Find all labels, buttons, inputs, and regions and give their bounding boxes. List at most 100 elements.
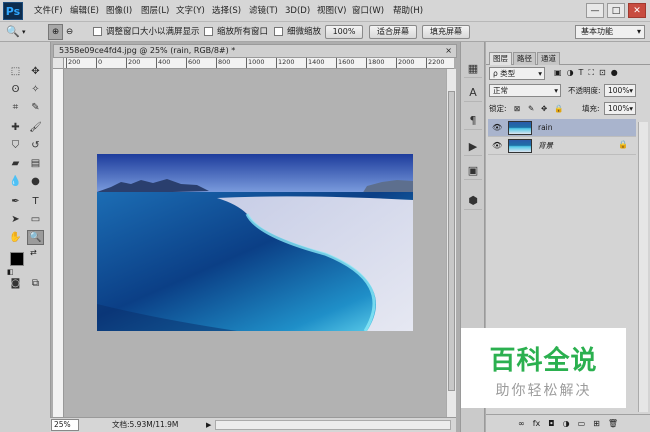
actual-pixels-button[interactable]: 100%	[325, 25, 363, 39]
scrubby-zoom-checkbox[interactable]	[274, 27, 283, 36]
swap-colors-icon[interactable]: ⇄	[30, 248, 37, 257]
lock-pixels-icon[interactable]: ✎	[528, 102, 534, 115]
visibility-eye-icon[interactable]: 👁	[492, 123, 502, 132]
layer-name[interactable]: 背景	[538, 137, 553, 155]
layer-row-background[interactable]: 👁 背景 🔒	[488, 137, 636, 155]
document-image[interactable]	[97, 154, 413, 331]
hand-tool-icon[interactable]: ✋	[7, 230, 24, 245]
filter-smart-object-icon[interactable]: ⊡	[599, 68, 606, 78]
path-selection-tool-icon[interactable]: ➤	[7, 212, 24, 227]
new-layer-icon[interactable]: ⊞	[593, 419, 600, 428]
layer-name[interactable]: rain	[538, 119, 553, 137]
move-tool-icon[interactable]: ✥	[27, 64, 44, 79]
menu-select[interactable]: 选择(S)	[212, 0, 241, 22]
vertical-scrollbar-thumb[interactable]	[448, 91, 455, 391]
ruler-origin[interactable]	[53, 58, 64, 69]
healing-brush-tool-icon[interactable]: ✚	[7, 120, 24, 135]
3d-panel-icon[interactable]: ⬢	[464, 192, 482, 210]
fill-screen-button[interactable]: 填充屏幕	[422, 25, 470, 39]
fill-field[interactable]: 100%	[604, 102, 636, 115]
horizontal-ruler[interactable]: 200 0 200 400 600 800 1000 1200 1400 160…	[64, 58, 454, 69]
menu-help[interactable]: 帮助(H)	[393, 0, 423, 22]
menu-file[interactable]: 文件(F)	[34, 0, 63, 22]
blend-mode-select[interactable]: 正常	[489, 84, 561, 97]
foreground-color-swatch[interactable]	[10, 252, 24, 266]
history-brush-tool-icon[interactable]: ↺	[27, 138, 44, 153]
menu-view[interactable]: 视图(V)	[317, 0, 346, 22]
document-close-icon[interactable]: ×	[445, 45, 452, 57]
filter-shape-icon[interactable]: ⛶	[588, 68, 594, 78]
menu-edit[interactable]: 编辑(E)	[70, 0, 99, 22]
lock-all-icon[interactable]: 🔒	[554, 102, 563, 115]
close-button[interactable]: ✕	[628, 3, 646, 18]
visibility-eye-icon[interactable]: 👁	[492, 141, 502, 150]
lasso-tool-icon[interactable]: ʘ	[7, 82, 24, 97]
add-mask-icon[interactable]: ◘	[548, 419, 554, 428]
screen-mode-icon[interactable]: ⧉	[27, 276, 44, 291]
rectangle-tool-icon[interactable]: ▭	[27, 212, 44, 227]
lock-transparent-icon[interactable]: ⊠	[514, 102, 520, 115]
new-group-icon[interactable]: ▭	[578, 419, 586, 428]
zoom-level-field[interactable]: 25%	[51, 419, 79, 431]
trash-icon[interactable]: 🗑	[608, 419, 618, 428]
menu-layer[interactable]: 图层(L)	[141, 0, 169, 22]
history-panel-icon[interactable]: ▦	[464, 60, 482, 78]
adjustment-layer-icon[interactable]: ◑	[563, 419, 570, 428]
document-info[interactable]: 文档:5.93M/11.9M	[112, 418, 178, 432]
tab-channels[interactable]: 通道	[537, 52, 560, 65]
filter-toggle-icon[interactable]: ●	[611, 68, 618, 78]
tab-layers[interactable]: 图层	[489, 52, 512, 65]
menu-window[interactable]: 窗口(W)	[352, 0, 384, 22]
info-arrow-icon[interactable]: ▶	[206, 418, 211, 432]
paragraph-panel-icon[interactable]: ¶	[464, 112, 482, 130]
zoom-tool-active-icon[interactable]: 🔍	[27, 230, 44, 245]
actions-panel-icon[interactable]: ▶	[464, 138, 482, 156]
magic-wand-tool-icon[interactable]: ✧	[27, 82, 44, 97]
type-tool-icon[interactable]: T	[27, 194, 44, 209]
pen-tool-icon[interactable]: ✒	[7, 194, 24, 209]
gradient-tool-icon[interactable]: ▤	[27, 156, 44, 171]
blur-tool-icon[interactable]: 💧	[7, 174, 24, 189]
layer-row-rain[interactable]: 👁 rain	[488, 119, 636, 137]
swatches-panel-icon[interactable]: ▣	[464, 162, 482, 180]
fx-icon[interactable]: fx	[533, 419, 541, 428]
menu-image[interactable]: 图像(I)	[106, 0, 132, 22]
marquee-tool-icon[interactable]: ⬚	[7, 64, 24, 79]
minimize-button[interactable]: —	[586, 3, 604, 18]
link-layers-icon[interactable]: ∞	[518, 419, 525, 428]
brush-tool-icon[interactable]: 🖌	[27, 120, 44, 135]
opacity-field[interactable]: 100%	[604, 84, 636, 97]
dodge-tool-icon[interactable]: ●	[27, 174, 44, 189]
filter-pixel-icon[interactable]: ▣	[554, 68, 562, 78]
quick-mask-icon[interactable]: ◙	[7, 276, 24, 291]
workspace-select[interactable]: 基本功能	[575, 25, 645, 39]
filter-type-icon[interactable]: T	[579, 68, 584, 78]
menu-3d[interactable]: 3D(D)	[285, 0, 310, 22]
zoom-in-icon[interactable]: ⊕	[48, 24, 63, 40]
maximize-button[interactable]: □	[607, 3, 625, 18]
horizontal-scrollbar[interactable]	[215, 420, 451, 430]
crop-tool-icon[interactable]: ⌗	[7, 100, 24, 115]
vertical-scrollbar[interactable]	[446, 69, 456, 417]
fit-screen-button[interactable]: 适合屏幕	[369, 25, 417, 39]
layers-scrollbar[interactable]	[638, 122, 648, 412]
clone-stamp-tool-icon[interactable]: ⛉	[7, 138, 24, 153]
character-panel-icon[interactable]: A	[464, 84, 482, 102]
menu-type[interactable]: 文字(Y)	[176, 0, 205, 22]
eraser-tool-icon[interactable]: ▰	[7, 156, 24, 171]
default-colors-icon[interactable]: ◧	[7, 268, 14, 276]
tab-paths[interactable]: 路径	[513, 52, 536, 65]
zoom-all-checkbox[interactable]	[204, 27, 213, 36]
lock-position-icon[interactable]: ✥	[541, 102, 547, 115]
zoom-out-icon[interactable]: ⊖	[66, 22, 73, 42]
resize-windows-label: 调整窗口大小以满屏显示	[106, 27, 200, 37]
zoom-tool-icon[interactable]: 🔍	[6, 22, 20, 42]
filter-adjustment-icon[interactable]: ◑	[567, 68, 574, 78]
document-tab[interactable]: 5358e09ce4fd4.jpg @ 25% (rain, RGB/8#) *…	[53, 44, 457, 58]
menu-filter[interactable]: 滤镜(T)	[249, 0, 278, 22]
layer-filter-select[interactable]: ρ 类型	[489, 67, 545, 80]
tool-preset-chevron-icon[interactable]: ▾	[22, 22, 26, 42]
vertical-ruler[interactable]	[53, 69, 64, 417]
resize-windows-checkbox[interactable]	[93, 27, 102, 36]
eyedropper-tool-icon[interactable]: ✎	[27, 100, 44, 115]
